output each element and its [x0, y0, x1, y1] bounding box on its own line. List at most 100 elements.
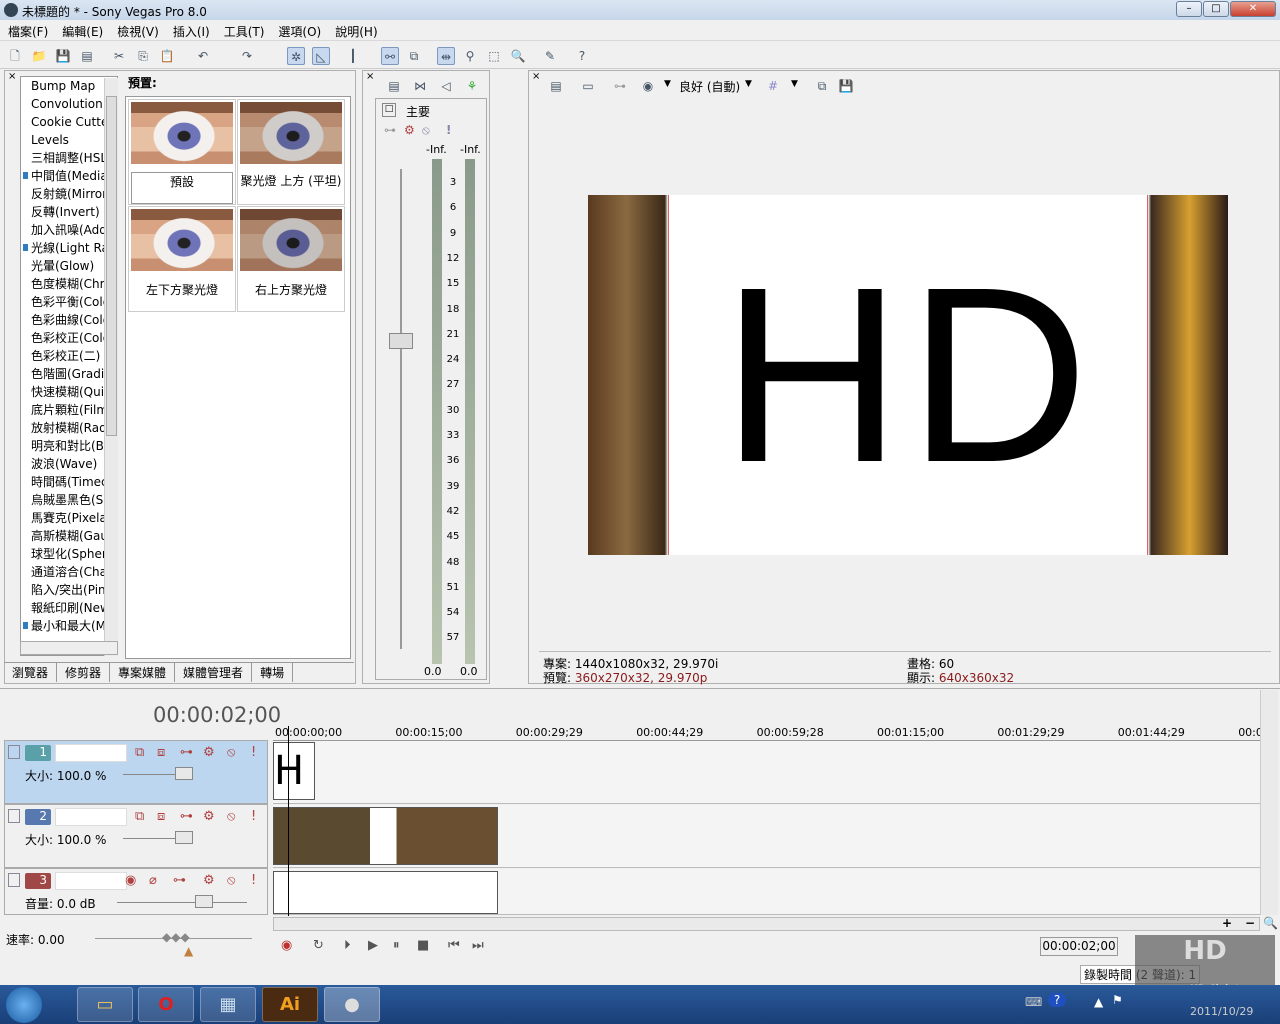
- save-icon[interactable]: 💾: [54, 47, 72, 65]
- track-fx-icon[interactable]: ⚙: [203, 745, 215, 760]
- pause-button[interactable]: ⏸: [393, 938, 400, 953]
- mute-icon[interactable]: ⦸: [422, 123, 430, 138]
- timeline-hscrollbar[interactable]: [273, 917, 1260, 931]
- help-icon[interactable]: ?: [1048, 993, 1066, 1007]
- solo-icon[interactable]: !: [251, 809, 256, 824]
- preset-thumbnail[interactable]: 左下方聚光燈: [128, 206, 236, 312]
- effect-item[interactable]: Convolution: [21, 95, 117, 113]
- effect-item[interactable]: 放射模糊(Radial Blur): [21, 419, 117, 437]
- parent-motion-icon[interactable]: ⧈: [157, 745, 165, 760]
- effect-item[interactable]: 波浪(Wave): [21, 455, 117, 473]
- keyboard-icon[interactable]: ⌨: [1025, 995, 1042, 1009]
- snap-icon[interactable]: ┃: [344, 47, 362, 65]
- overlays-grid-icon[interactable]: #: [764, 77, 782, 95]
- effect-item[interactable]: 色彩曲線(Color Curves): [21, 311, 117, 329]
- taskbar-vegas-icon[interactable]: ●: [324, 987, 380, 1022]
- track-header-1[interactable]: 1 ⧉ ⧈ ⊶ ⚙ ⦸! 大小: 100.0 %: [4, 740, 268, 804]
- mute-icon[interactable]: ⦸: [227, 745, 235, 760]
- taskbar-folder-icon[interactable]: ▭: [77, 987, 133, 1022]
- effects-scrollbar[interactable]: [104, 78, 118, 656]
- effect-item[interactable]: 反射鏡(Mirror): [21, 185, 117, 203]
- go-to-start-button[interactable]: ⏮: [448, 938, 460, 953]
- menu-item[interactable]: 工具(T): [216, 20, 271, 40]
- track-name-field[interactable]: [55, 808, 127, 826]
- cursor-time-field[interactable]: 00:00:02;00: [1040, 937, 1118, 956]
- external-monitor-icon[interactable]: ▭: [579, 77, 597, 95]
- menu-item[interactable]: 檔案(F): [0, 20, 54, 40]
- dropdown-arrow-icon[interactable]: ▼: [791, 79, 798, 89]
- zoom-out-button[interactable]: −: [1245, 916, 1255, 930]
- close-panel-icon[interactable]: ×: [366, 71, 374, 82]
- menu-item[interactable]: 檢視(V): [109, 20, 165, 40]
- window-tab[interactable]: 瀏覽器: [4, 663, 58, 682]
- track-expand-icon[interactable]: [8, 745, 20, 759]
- effect-item[interactable]: 報紙印刷(Newsprint): [21, 599, 117, 617]
- gear-icon[interactable]: ⚙: [404, 123, 415, 137]
- go-to-end-button[interactable]: ⏭: [472, 938, 484, 953]
- window-tab[interactable]: 媒體管理者: [175, 663, 253, 682]
- effect-item[interactable]: 色彩校正(Color Corrector): [21, 329, 117, 347]
- auto-ripple-icon[interactable]: ✲: [287, 47, 305, 65]
- preset-thumbnail[interactable]: 預設: [128, 99, 236, 205]
- effect-item[interactable]: Levels: [21, 131, 117, 149]
- track-slider-handle[interactable]: [195, 895, 213, 908]
- composite-mode-icon[interactable]: ⧉: [135, 745, 144, 760]
- window-tab[interactable]: 修剪器: [57, 663, 111, 682]
- maximize-button[interactable]: □: [1203, 1, 1229, 17]
- menu-item[interactable]: 選項(O): [270, 20, 327, 40]
- zoom-tool-icon[interactable]: 🔍: [509, 47, 527, 65]
- solo-icon[interactable]: !: [251, 873, 256, 888]
- minimize-button[interactable]: –: [1176, 1, 1202, 17]
- mixer-properties-icon[interactable]: ▤: [385, 77, 403, 95]
- effects-hscrollbar[interactable]: [20, 641, 118, 655]
- track-expand-icon[interactable]: [8, 809, 20, 823]
- solo-icon[interactable]: !: [251, 745, 256, 760]
- dropdown-arrow-icon[interactable]: ▼: [745, 79, 752, 89]
- track-motion-icon[interactable]: ⊶: [180, 745, 193, 760]
- effect-item[interactable]: 色彩校正(二): [21, 347, 117, 365]
- crossfade-icon[interactable]: ◺: [312, 47, 330, 65]
- effect-item[interactable]: 底片顆粒(Film Grain): [21, 401, 117, 419]
- close-panel-icon[interactable]: ×: [8, 71, 16, 82]
- effect-item[interactable]: 快速模糊(Quick Blur): [21, 383, 117, 401]
- help-pointer-icon[interactable]: ?: [573, 47, 591, 65]
- close-button[interactable]: ✕: [1230, 1, 1276, 17]
- invert-phase-icon[interactable]: ⌀: [149, 873, 157, 888]
- start-button[interactable]: [6, 987, 42, 1023]
- effect-item[interactable]: 光暈(Glow): [21, 257, 117, 275]
- preset-thumbnail[interactable]: 右上方聚光燈: [237, 206, 345, 312]
- track-fx-icon[interactable]: ⚙: [203, 809, 215, 824]
- effect-item[interactable]: 反轉(Invert): [21, 203, 117, 221]
- master-fader-handle[interactable]: [389, 333, 413, 349]
- taskbar-control-panel-icon[interactable]: ▦: [200, 987, 256, 1022]
- redo-icon[interactable]: ↷: [238, 47, 256, 65]
- track-header-2[interactable]: 2 ⧉ ⧈ ⊶ ⚙ ⦸! 大小: 100.0 %: [4, 804, 268, 868]
- track-lane-1[interactable]: [273, 741, 1260, 804]
- effect-item[interactable]: 馬賽克(Pixelate): [21, 509, 117, 527]
- close-panel-icon[interactable]: ×: [532, 71, 540, 82]
- track-header-3[interactable]: 3 ◉ ⌀ ⊶ ⚙ ⦸! 音量: 0.0 dB: [4, 868, 268, 915]
- arm-record-icon[interactable]: ◉: [125, 873, 136, 888]
- track-name-field[interactable]: [55, 872, 127, 890]
- parent-motion-icon[interactable]: ⧈: [157, 809, 165, 824]
- effect-item[interactable]: 球型化(Spherize): [21, 545, 117, 563]
- fx-chain-icon[interactable]: ⊶: [384, 123, 396, 137]
- video-clip[interactable]: [273, 807, 498, 865]
- lock-envelopes-icon[interactable]: ⚯: [381, 47, 399, 65]
- show-hidden-icons[interactable]: ▲: [1094, 995, 1103, 1009]
- zoom-tool-icon[interactable]: 🔍: [1263, 916, 1278, 930]
- playhead-cursor[interactable]: [288, 726, 289, 916]
- effect-item[interactable]: 烏賊墨黑色(Sepia): [21, 491, 117, 509]
- preview-quality-dropdown[interactable]: 良好 (自動): [679, 78, 740, 95]
- cut-icon[interactable]: ✂: [110, 47, 128, 65]
- effect-item[interactable]: 高斯模糊(Gaussian Blur): [21, 527, 117, 545]
- track-expand-icon[interactable]: [8, 873, 20, 887]
- envelope-tool-icon[interactable]: ⚲: [461, 47, 479, 65]
- effect-item[interactable]: 明亮和對比(Brightness): [21, 437, 117, 455]
- clock-date[interactable]: 2011/10/29: [1190, 1005, 1253, 1018]
- effect-item[interactable]: 色度模糊(Chroma Blur): [21, 275, 117, 293]
- record-button[interactable]: ◉: [281, 938, 292, 953]
- menu-item[interactable]: 編輯(E): [54, 20, 109, 40]
- undo-icon[interactable]: ↶: [194, 47, 212, 65]
- audio-clip[interactable]: [273, 871, 498, 914]
